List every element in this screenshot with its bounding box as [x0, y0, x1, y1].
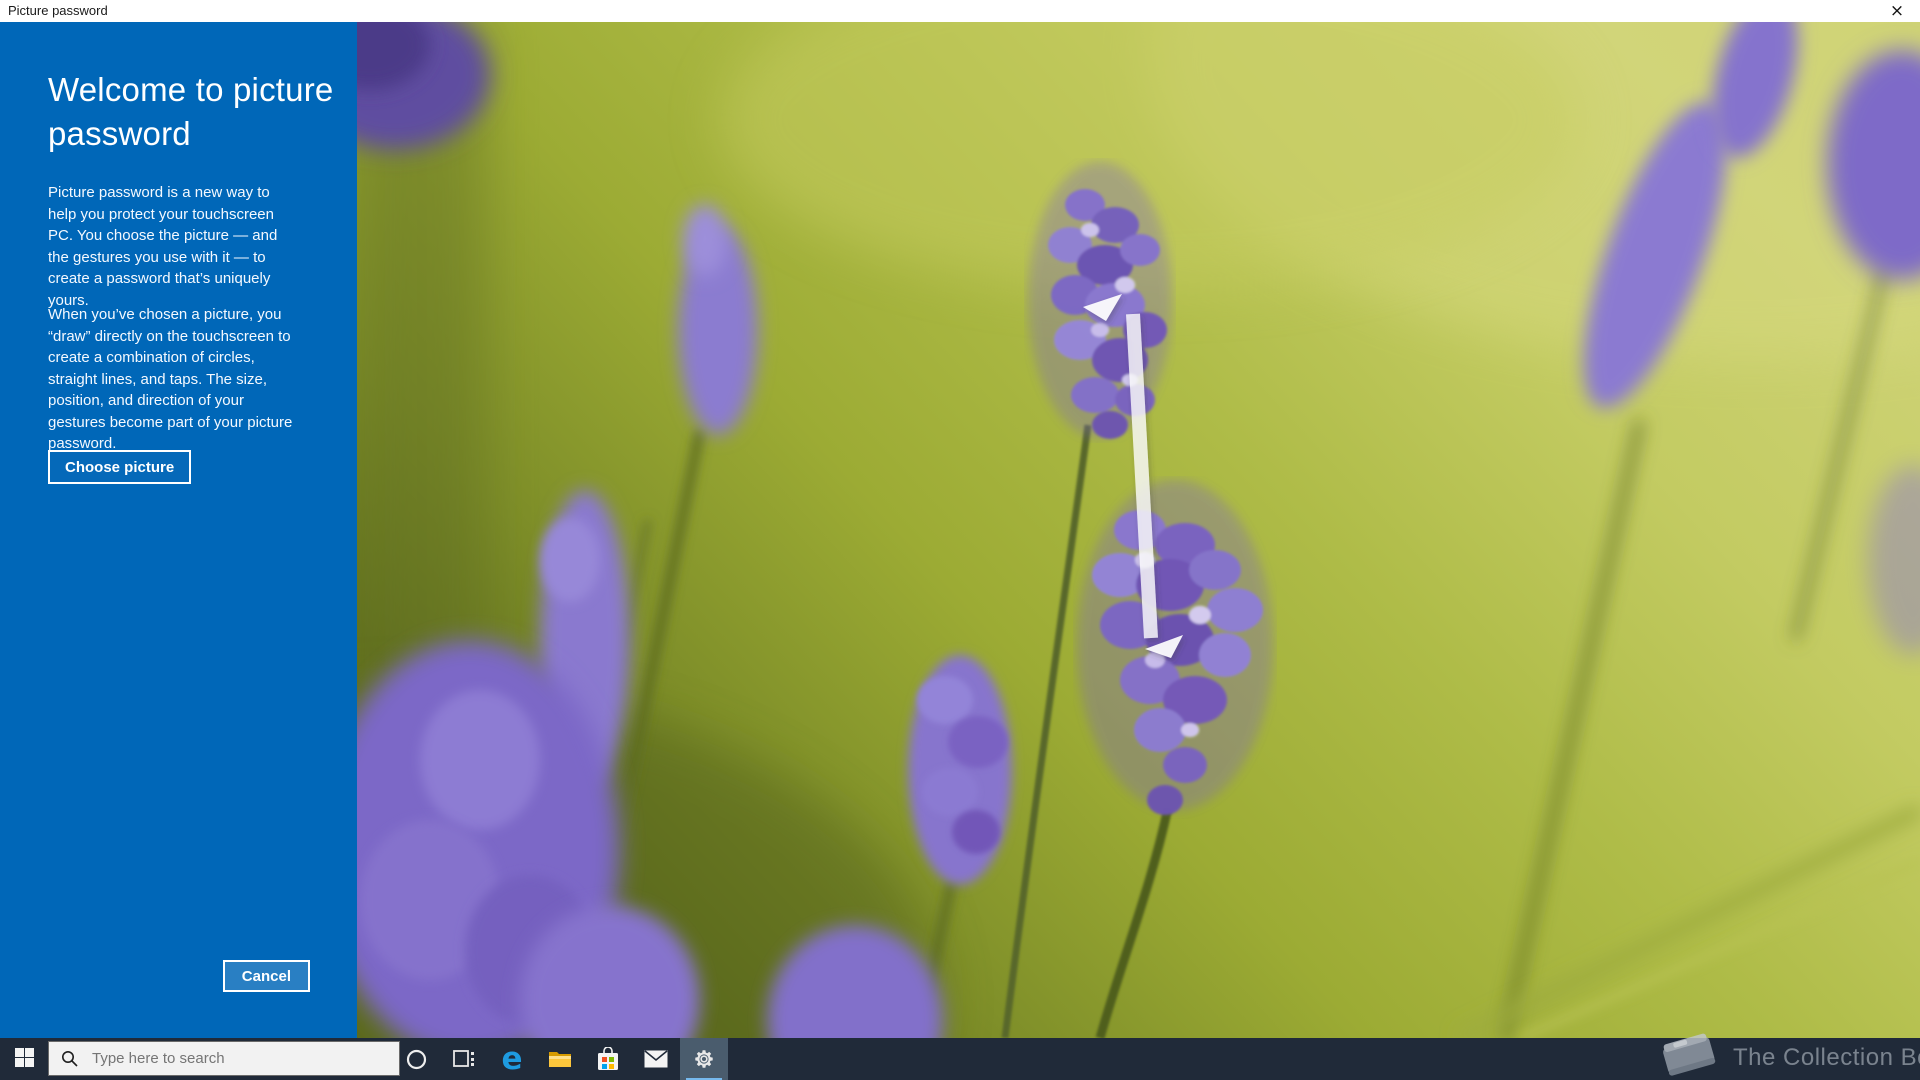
mail-icon — [644, 1050, 668, 1068]
panel-paragraph-2: When you’ve chosen a picture, you “draw”… — [48, 304, 302, 455]
cortana-icon — [406, 1049, 427, 1070]
taskbar-item-task-view[interactable] — [440, 1038, 488, 1080]
taskbar-search[interactable] — [48, 1041, 400, 1076]
taskbar-item-file-explorer[interactable] — [536, 1038, 584, 1080]
file-explorer-icon — [548, 1049, 572, 1069]
settings-gear-icon — [693, 1048, 715, 1070]
windows-logo-icon — [15, 1048, 34, 1067]
close-button[interactable]: × — [1874, 0, 1920, 22]
picture-password-dialog: Welcome to picture password Picture pass… — [0, 22, 1920, 1038]
search-icon — [61, 1050, 78, 1067]
taskbar-item-cortana[interactable] — [392, 1038, 440, 1080]
taskbar-item-edge[interactable]: e — [488, 1038, 536, 1080]
close-icon: × — [1890, 1, 1904, 21]
store-icon — [597, 1047, 619, 1071]
window-title: Picture password — [8, 3, 108, 18]
edge-icon: e — [501, 1044, 522, 1075]
panel-heading: Welcome to picture password — [48, 68, 348, 156]
taskbar-item-settings[interactable] — [680, 1038, 728, 1080]
taskbar-item-mail[interactable] — [632, 1038, 680, 1080]
taskbar: e — [0, 1038, 1920, 1080]
task-view-icon — [453, 1050, 475, 1068]
panel-paragraph-1: Picture password is a new way to help yo… — [48, 182, 302, 311]
cancel-button[interactable]: Cancel — [223, 960, 310, 992]
taskbar-item-store[interactable] — [584, 1038, 632, 1080]
picture-password-panel: Welcome to picture password Picture pass… — [0, 22, 357, 1038]
search-input[interactable] — [90, 1049, 399, 1068]
start-button[interactable] — [0, 1038, 48, 1080]
choose-picture-button[interactable]: Choose picture — [48, 450, 191, 484]
lavender-photo-canvas[interactable] — [357, 22, 1920, 1038]
window-titlebar: Picture password × — [0, 0, 1920, 22]
